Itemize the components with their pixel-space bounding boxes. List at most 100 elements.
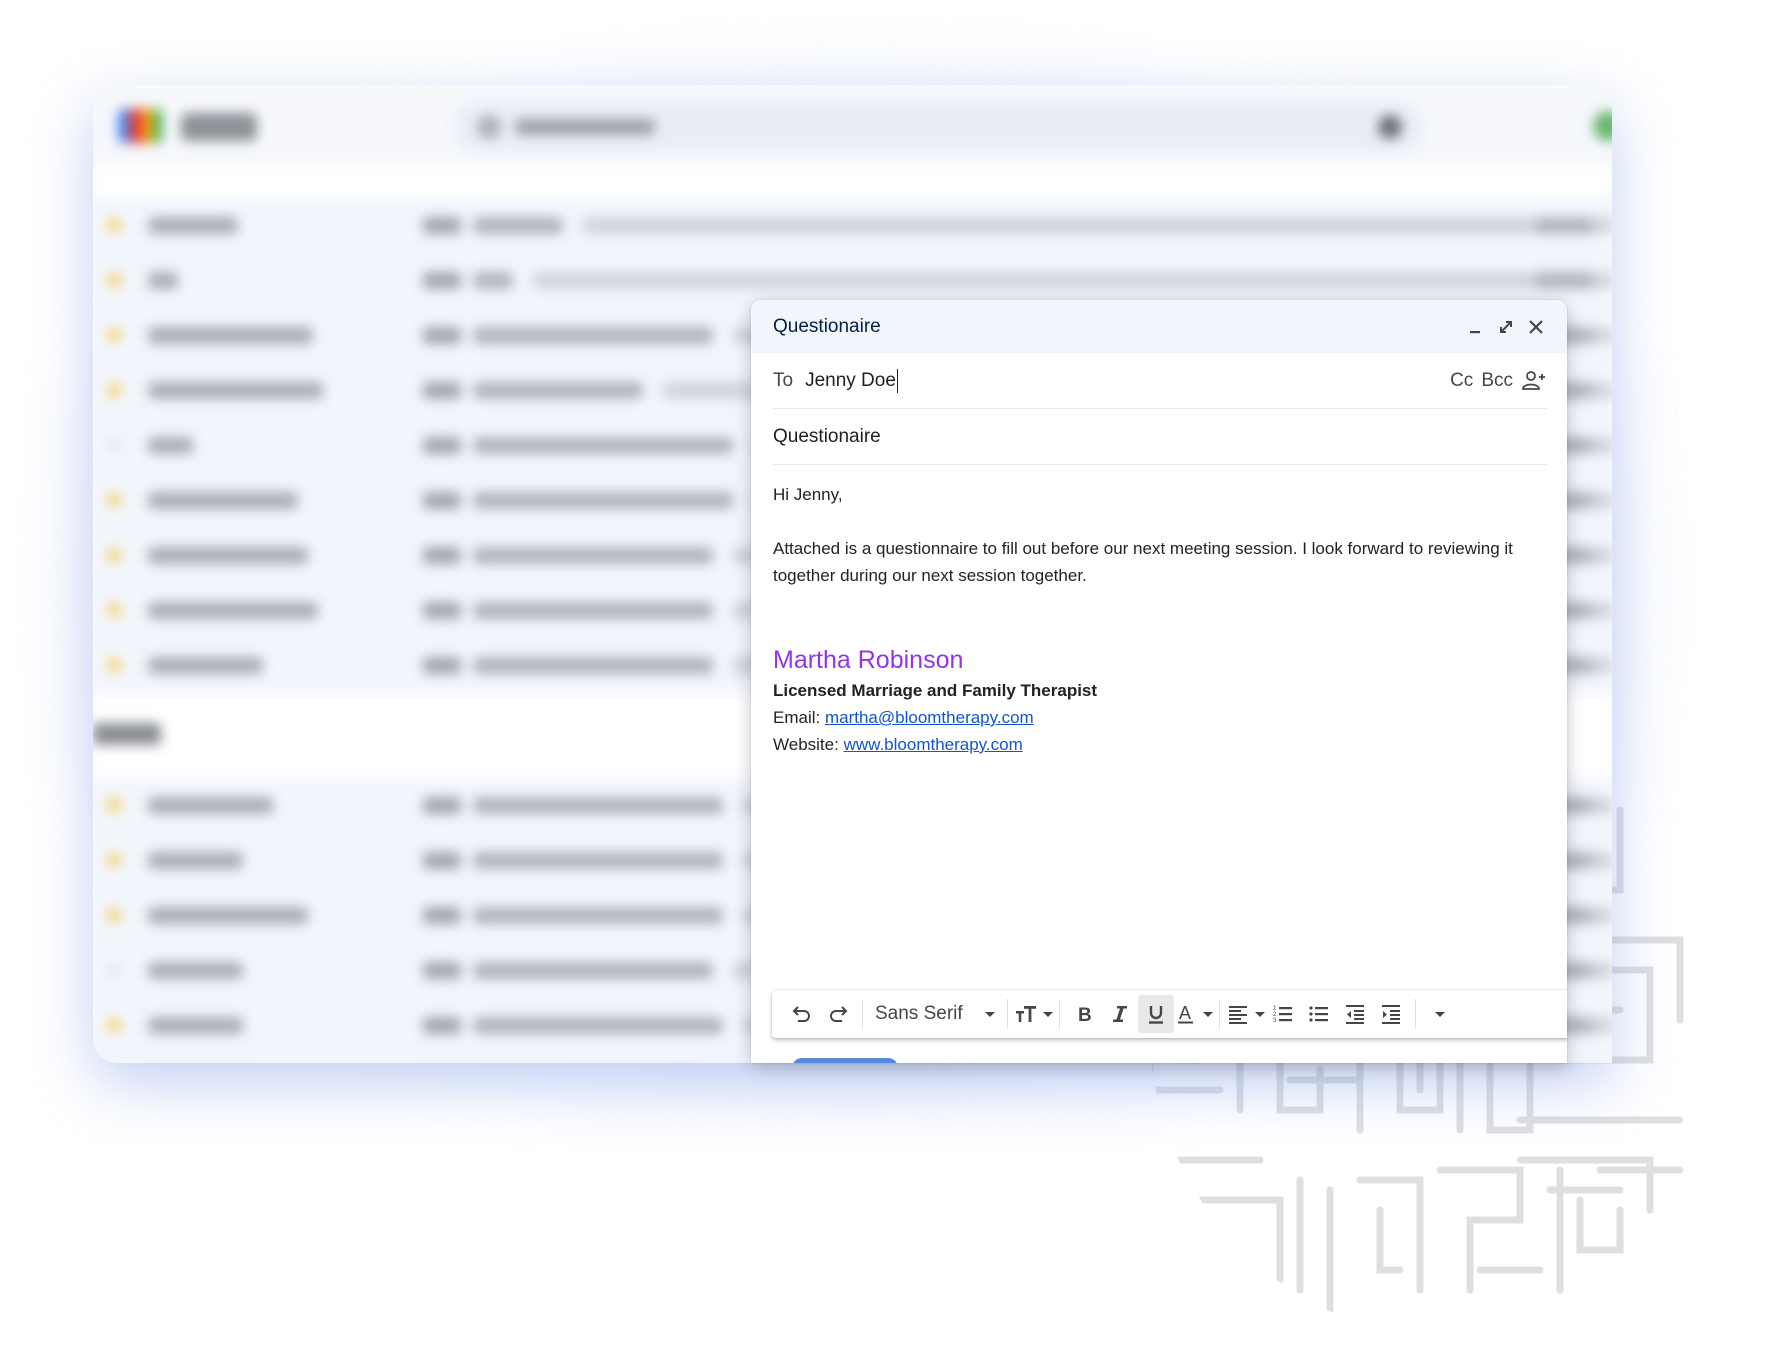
email-row[interactable]: [93, 198, 1612, 253]
email-date: [1536, 272, 1592, 289]
font-family-select[interactable]: Sans Serif: [869, 995, 1001, 1033]
sender-name: [148, 657, 263, 674]
compose-window: Questionaire To Jenny Doe Cc Bcc Questio…: [751, 300, 1567, 1063]
compose-header[interactable]: Questionaire: [751, 300, 1567, 353]
email-subject: [473, 602, 713, 619]
undo-icon: [792, 1006, 810, 1022]
bulleted-list-button[interactable]: [1301, 995, 1337, 1033]
star-icon[interactable]: [107, 603, 121, 617]
more-formatting-button[interactable]: [1422, 995, 1458, 1033]
font-family-value: Sans Serif: [875, 1003, 963, 1024]
sender-name: [148, 907, 308, 924]
undo-button[interactable]: [784, 995, 820, 1033]
star-icon[interactable]: [107, 658, 121, 672]
to-input[interactable]: Jenny Doe: [805, 368, 1450, 393]
star-icon[interactable]: [107, 328, 121, 342]
font-size-button[interactable]: [1014, 995, 1053, 1033]
person-add-icon[interactable]: [1521, 370, 1547, 392]
star-icon[interactable]: [107, 273, 121, 287]
to-field[interactable]: To Jenny Doe Cc Bcc: [773, 353, 1547, 409]
send-button[interactable]: [792, 1058, 898, 1063]
expand-icon[interactable]: [1495, 316, 1517, 338]
recipient-text: Jenny Doe: [805, 369, 896, 391]
email-subject: [473, 547, 713, 564]
email-snippet: [583, 217, 1612, 234]
bcc-button[interactable]: Bcc: [1481, 370, 1513, 392]
greeting: Hi Jenny,: [773, 485, 843, 504]
search-icon: [479, 117, 499, 137]
compose-title: Questionaire: [773, 315, 881, 337]
star-icon[interactable]: [107, 908, 121, 922]
italic-button[interactable]: [1102, 995, 1138, 1033]
numbered-list-button[interactable]: 123: [1265, 995, 1301, 1033]
star-icon[interactable]: [107, 493, 121, 507]
indent-less-icon: [1345, 1005, 1364, 1024]
label-badge: [423, 437, 461, 454]
email-link[interactable]: martha@bloomtherapy.com: [825, 708, 1034, 727]
close-icon[interactable]: [1525, 316, 1547, 338]
formatting-toolbar: Sans Serif B A 123: [772, 990, 1567, 1038]
align-left-icon: [1228, 1006, 1247, 1024]
star-icon[interactable]: [107, 798, 121, 812]
bulleted-list-icon: [1309, 1006, 1328, 1022]
signature-email-line: Email: martha@bloomtherapy.com: [773, 704, 1545, 731]
search-placeholder: [515, 119, 655, 135]
sender-name: [148, 437, 193, 454]
email-subject: [473, 382, 643, 399]
label-badge: [423, 547, 461, 564]
label-badge: [423, 962, 461, 979]
align-button[interactable]: [1226, 995, 1265, 1033]
sender-name: [148, 327, 313, 344]
email-subject: [473, 962, 713, 979]
email-subject: [473, 327, 713, 344]
star-icon[interactable]: [107, 853, 121, 867]
star-icon[interactable]: [107, 963, 121, 977]
label-badge: [423, 657, 461, 674]
website-link[interactable]: www.bloomtherapy.com: [844, 735, 1023, 754]
email-subject: [473, 272, 513, 289]
star-icon[interactable]: [107, 218, 121, 232]
star-icon[interactable]: [107, 383, 121, 397]
label-badge: [423, 1017, 461, 1034]
indent-more-button[interactable]: [1373, 995, 1409, 1033]
star-icon[interactable]: [107, 548, 121, 562]
section-label: [93, 723, 161, 745]
star-icon[interactable]: [107, 1018, 121, 1032]
more-formatting-icon: [1434, 1011, 1445, 1017]
label-badge: [423, 382, 461, 399]
label-badge: [423, 327, 461, 344]
chevron-down-icon: [1254, 1011, 1265, 1017]
email-subject: [473, 797, 723, 814]
sender-name: [148, 382, 323, 399]
email-date: [1536, 217, 1592, 234]
bold-icon: B: [1078, 1005, 1092, 1026]
star-icon[interactable]: [107, 438, 121, 452]
text-color-button[interactable]: A: [1174, 995, 1213, 1033]
minimize-icon[interactable]: [1465, 316, 1487, 338]
email-subject: [473, 657, 713, 674]
subject-input[interactable]: Questionaire: [773, 426, 881, 448]
sender-name: [148, 602, 318, 619]
label-badge: [423, 907, 461, 924]
search-bar[interactable]: [453, 101, 1423, 153]
indent-less-button[interactable]: [1337, 995, 1373, 1033]
indent-more-icon: [1381, 1005, 1400, 1024]
email-subject: [473, 437, 733, 454]
website-label: Website:: [773, 735, 839, 754]
subject-field[interactable]: Questionaire: [773, 409, 1547, 465]
label-badge: [423, 217, 461, 234]
bold-button[interactable]: B: [1066, 995, 1102, 1033]
filter-icon[interactable]: [1378, 115, 1402, 139]
redo-icon: [830, 1006, 848, 1022]
sender-name: [148, 492, 298, 509]
cc-button[interactable]: Cc: [1450, 370, 1473, 392]
italic-icon: [1112, 1006, 1127, 1022]
redo-button[interactable]: [820, 995, 856, 1033]
sender-name: [148, 962, 243, 979]
underline-button[interactable]: [1137, 995, 1174, 1033]
body-paragraph: Attached is a questionnaire to fill out …: [773, 539, 1513, 585]
status-indicator: [1593, 111, 1612, 141]
text-size-icon: [1015, 1006, 1036, 1022]
signature-title: Licensed Marriage and Family Therapist: [773, 681, 1098, 700]
message-body[interactable]: Hi Jenny, Attached is a questionnaire to…: [751, 465, 1567, 758]
